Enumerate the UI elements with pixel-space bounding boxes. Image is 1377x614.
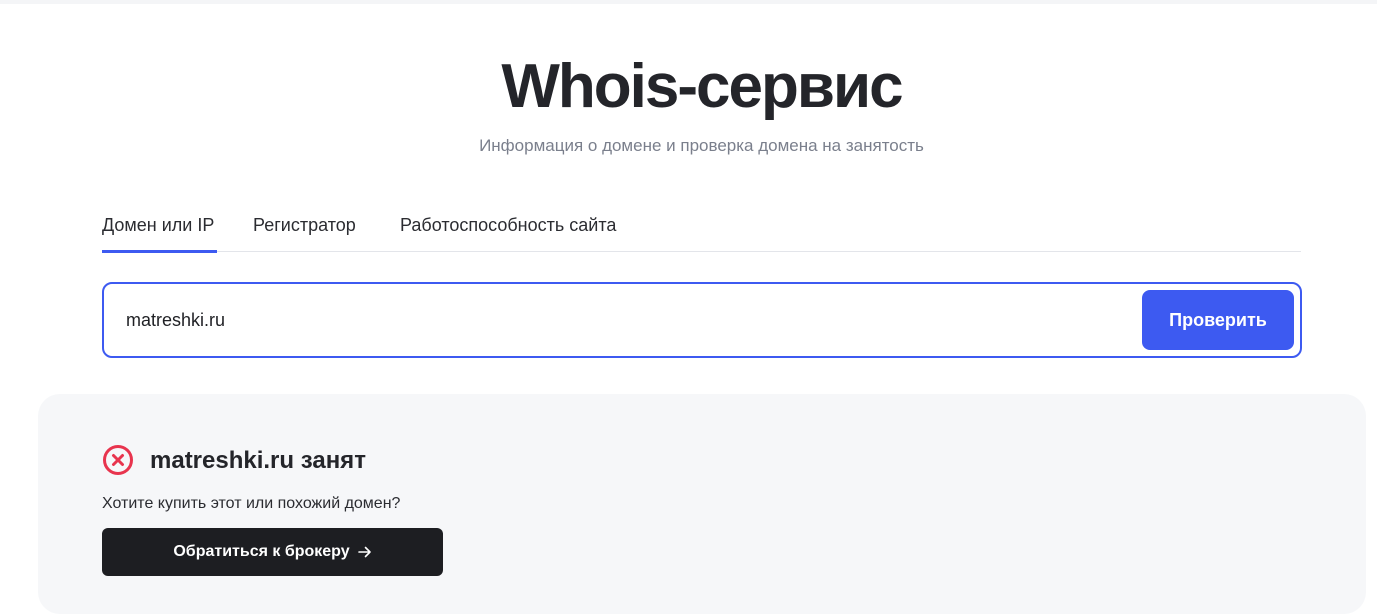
page-title: Whois-сервис [501,52,903,121]
tab-bar: Домен или IP Регистратор Работоспособнос… [102,205,1301,253]
tab-site-availability[interactable]: Работоспособность сайта [400,205,616,252]
top-strip [0,0,1377,4]
buy-domain-question: Хотите купить этот или похожий домен? [102,495,401,512]
contact-broker-button[interactable]: Обратиться к брокеру [102,528,443,576]
domain-search-input[interactable] [126,302,1106,338]
check-button[interactable]: Проверить [1142,290,1294,350]
tab-registrar[interactable]: Регистратор [253,205,356,252]
result-card: matreshki.ru занят Хотите купить этот ил… [38,394,1366,614]
domain-status-text: matreshki.ru занят [150,447,366,474]
page-subtitle: Информация о домене и проверка домена на… [479,136,924,155]
cross-circle-icon [103,445,133,475]
search-box: Проверить [102,282,1302,358]
tab-domain-or-ip[interactable]: Домен или IP [102,205,217,253]
arrow-right-icon [357,546,371,558]
contact-broker-label: Обратиться к брокеру [173,543,350,560]
